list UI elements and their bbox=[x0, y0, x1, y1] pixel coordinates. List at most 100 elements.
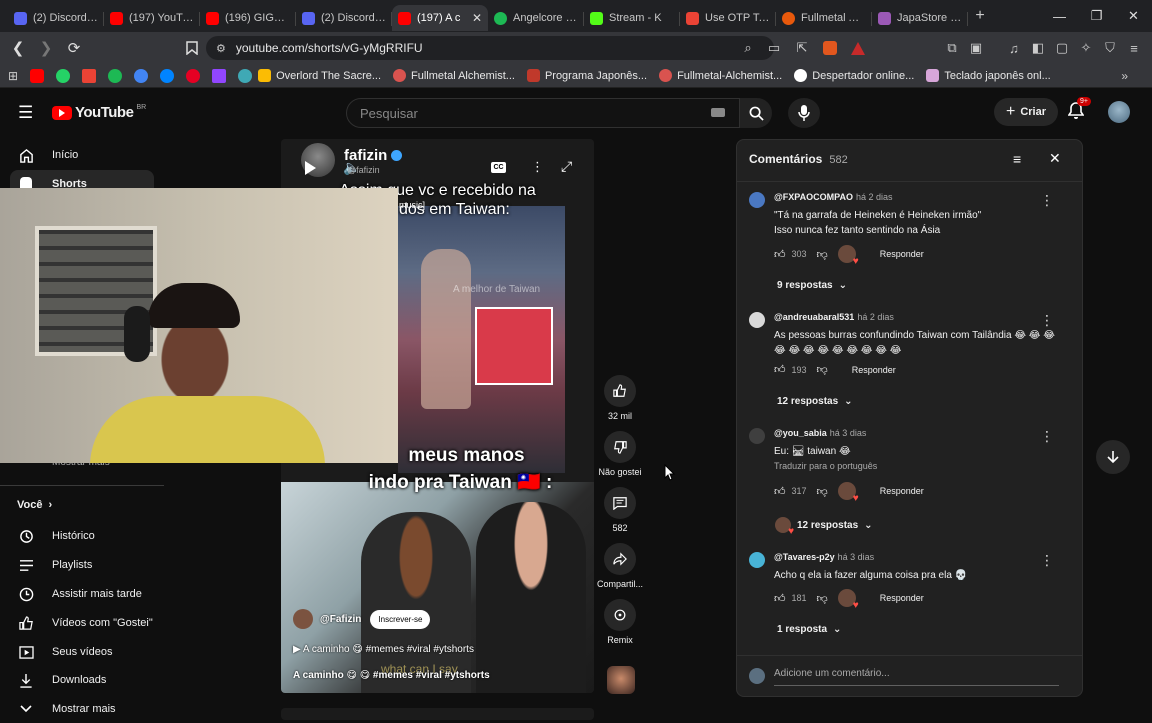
messenger-icon[interactable] bbox=[160, 68, 175, 83]
bookmark-item[interactable]: Teclado japonês onl... bbox=[926, 69, 1051, 82]
remix-action[interactable]: Remix bbox=[596, 599, 644, 645]
dislike-icon[interactable]: 👎︎ bbox=[817, 248, 828, 261]
sort-icon[interactable]: ≡ bbox=[1013, 151, 1021, 167]
share-action[interactable]: Compartil... bbox=[596, 543, 644, 589]
dislike-icon[interactable]: 👎︎ bbox=[817, 485, 828, 498]
browser-tab[interactable]: Stream - K bbox=[584, 5, 680, 31]
apps-grid-icon[interactable]: ⊞ bbox=[8, 69, 18, 83]
browser-tab[interactable]: (196) GIGACH bbox=[200, 5, 296, 31]
twitch-icon[interactable] bbox=[212, 68, 227, 83]
avatar[interactable] bbox=[1108, 101, 1130, 123]
back-icon[interactable]: ❮ bbox=[6, 36, 30, 60]
reply-button[interactable]: Responder bbox=[880, 593, 924, 603]
hamburger-menu-icon[interactable]: ☰ bbox=[18, 103, 33, 123]
more-options-icon[interactable]: ⋮ bbox=[531, 159, 544, 175]
comment-options-icon[interactable]: ⋮ bbox=[1040, 552, 1054, 569]
dislike-icon[interactable]: 👎︎ bbox=[817, 592, 828, 605]
sidebar-item-history[interactable]: Histórico bbox=[0, 522, 160, 550]
avatar[interactable] bbox=[749, 312, 765, 328]
search-button[interactable] bbox=[740, 98, 772, 128]
like-icon[interactable]: 👍︎ bbox=[774, 248, 786, 261]
whatsapp-icon[interactable] bbox=[56, 68, 71, 83]
bookmark-item[interactable]: Programa Japonês... bbox=[526, 69, 647, 82]
vpn-icon[interactable]: ⛉ bbox=[1100, 38, 1120, 58]
video-description[interactable]: ▶ A caminho 😋 #memes #viral #ytshorts bbox=[293, 644, 474, 655]
browser-tab[interactable]: Angelcore - p bbox=[488, 5, 584, 31]
browser-tab[interactable]: (2) Discord | # bbox=[296, 5, 392, 31]
browser-tab[interactable]: JapaStore - Pe bbox=[872, 5, 968, 31]
bookmark-item[interactable]: Fullmetal Alchemist... bbox=[393, 69, 515, 82]
view-replies-button[interactable]: 12 respostas⌄ bbox=[775, 517, 873, 537]
sidebar-item-home[interactable]: Início bbox=[0, 141, 160, 169]
browser-tab[interactable]: Fullmetal Alch bbox=[776, 5, 872, 31]
sound-thumbnail[interactable] bbox=[607, 666, 635, 694]
install-icon[interactable]: ▭ bbox=[764, 38, 784, 58]
comment-options-icon[interactable]: ⋮ bbox=[1040, 428, 1054, 445]
reload-icon[interactable]: ⟳ bbox=[62, 36, 86, 60]
comment-options-icon[interactable]: ⋮ bbox=[1040, 312, 1054, 329]
capture-icon[interactable]: ▣ bbox=[966, 38, 986, 58]
like-icon[interactable]: 👍︎ bbox=[774, 363, 786, 376]
new-tab-button[interactable]: + bbox=[968, 7, 992, 25]
more-bookmarks-icon[interactable]: » bbox=[1121, 69, 1128, 83]
close-window-icon[interactable]: ✕ bbox=[1115, 0, 1152, 32]
avatar[interactable] bbox=[749, 192, 765, 208]
bookmark-icon[interactable] bbox=[180, 36, 204, 60]
sidebar-item-liked-videos[interactable]: Vídeos com "Gostei" bbox=[0, 609, 160, 637]
close-icon[interactable]: ✕ bbox=[1049, 150, 1061, 167]
forward-icon[interactable]: ❯ bbox=[34, 36, 58, 60]
sidebar-item-playlists[interactable]: Playlists bbox=[0, 551, 160, 579]
brave-shield-icon[interactable] bbox=[820, 38, 840, 58]
youtube-logo[interactable]: YouTube BR bbox=[52, 104, 146, 121]
comment-author[interactable]: @FXPAOCOMPAO bbox=[774, 192, 853, 202]
browser-tab[interactable]: (197) YouTube bbox=[104, 5, 200, 31]
chrome-web-icon[interactable] bbox=[134, 68, 149, 83]
reply-button[interactable]: Responder bbox=[880, 249, 924, 259]
voice-search-button[interactable] bbox=[788, 98, 820, 128]
comment-options-icon[interactable]: ⋮ bbox=[1040, 192, 1054, 209]
like-icon[interactable]: 👍︎ bbox=[774, 592, 786, 605]
sidebar-item-show-more[interactable]: Mostrar mais bbox=[0, 695, 160, 723]
pinterest-icon[interactable] bbox=[186, 68, 201, 83]
bookmark-item[interactable]: Overlord The Sacre... bbox=[258, 69, 381, 82]
like-action[interactable]: 32 mil bbox=[596, 375, 644, 421]
translate-link[interactable]: Traduzir para o português bbox=[774, 461, 877, 471]
search-input[interactable]: Pesquisar bbox=[346, 98, 740, 128]
dislike-icon[interactable]: 👎︎ bbox=[817, 363, 828, 376]
wallet-icon[interactable]: ▢ bbox=[1052, 38, 1072, 58]
rewards-icon[interactable] bbox=[848, 38, 868, 58]
comment-author[interactable]: @Tavares-p2y bbox=[774, 552, 835, 562]
add-comment-input[interactable]: Adicione um comentário... bbox=[774, 666, 1059, 686]
comment-author[interactable]: @andreuabaral531 bbox=[774, 312, 854, 322]
sidebar-item-downloads[interactable]: Downloads bbox=[0, 666, 160, 694]
play-button-icon[interactable] bbox=[305, 161, 316, 175]
comment-action[interactable]: 582 bbox=[596, 487, 644, 533]
url-field[interactable]: ⚙ youtube.com/shorts/vG-yMgRRIFU bbox=[206, 36, 774, 60]
sidebar-section-you[interactable]: Você › bbox=[17, 499, 52, 511]
bookmark-item[interactable]: Despertador online... bbox=[794, 69, 914, 82]
site-info-icon[interactable]: ⚙ bbox=[216, 42, 226, 55]
gear-icon[interactable] bbox=[238, 68, 253, 83]
view-replies-button[interactable]: 9 respostas ⌄ bbox=[777, 280, 847, 291]
minimize-icon[interactable]: — bbox=[1041, 0, 1078, 32]
bookmark-item[interactable]: Fullmetal-Alchemist... bbox=[659, 69, 782, 82]
media-icon[interactable]: ♫ bbox=[1004, 38, 1024, 58]
channel-avatar-small[interactable] bbox=[293, 609, 313, 629]
reply-button[interactable]: Responder bbox=[852, 365, 896, 375]
browser-tab-active[interactable]: (197) A c ✕ bbox=[392, 5, 488, 31]
leo-icon[interactable]: ✧ bbox=[1076, 38, 1096, 58]
dislike-action[interactable]: Não gostei bbox=[596, 431, 644, 477]
maximize-icon[interactable]: ❐ bbox=[1078, 0, 1115, 32]
browser-tab[interactable]: Use OTP To P bbox=[680, 5, 776, 31]
sidebar-item-your-videos[interactable]: Seus vídeos bbox=[0, 638, 160, 666]
browser-tab[interactable]: (2) Discord | # bbox=[8, 5, 104, 31]
zoom-icon[interactable]: ⌕ bbox=[738, 38, 758, 58]
close-tab-icon[interactable]: ✕ bbox=[472, 11, 482, 25]
like-icon[interactable]: 👍︎ bbox=[774, 485, 786, 498]
youtube-icon[interactable] bbox=[30, 68, 45, 83]
menu-icon[interactable]: ≡ bbox=[1124, 38, 1144, 58]
notifications-button[interactable]: 9+ bbox=[1067, 97, 1091, 122]
avatar[interactable] bbox=[749, 428, 765, 444]
sidebar-item-watch-later[interactable]: Assistir mais tarde bbox=[0, 580, 160, 608]
sidebar-toggle-icon[interactable]: ◧ bbox=[1028, 38, 1048, 58]
